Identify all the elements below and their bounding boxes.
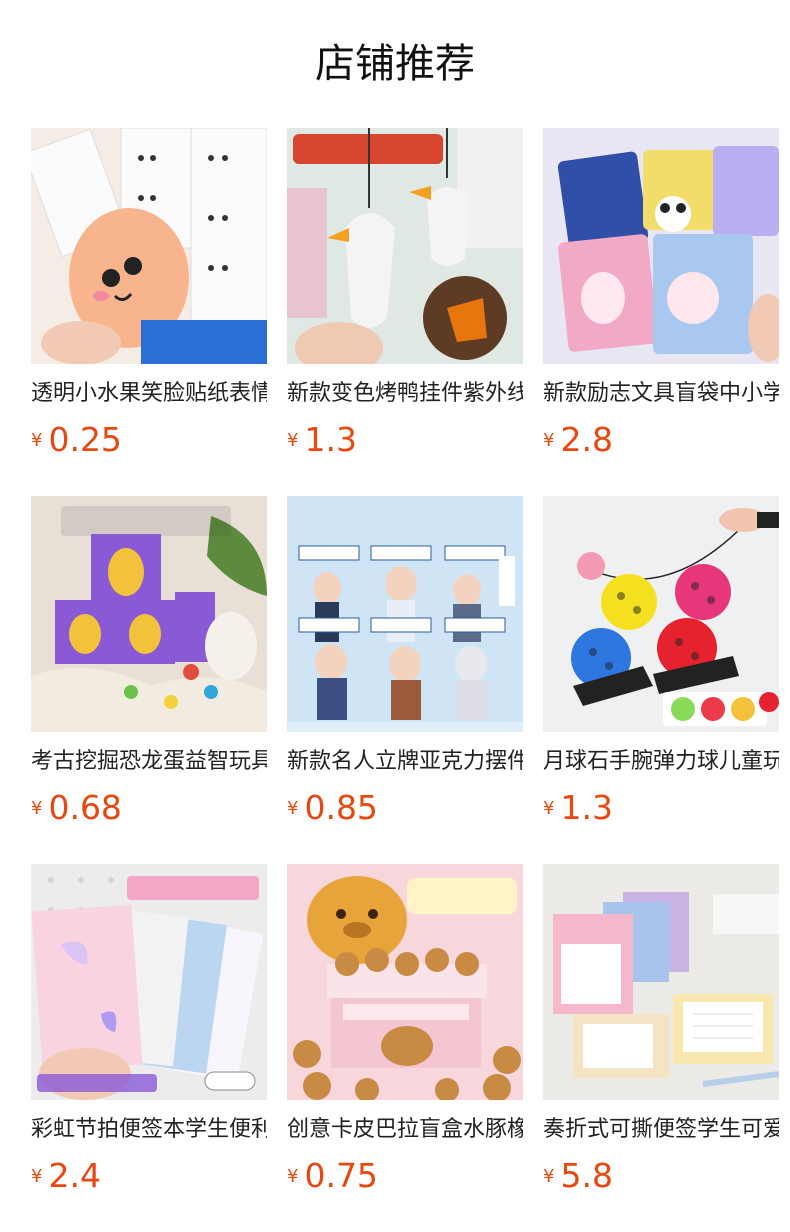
currency-symbol: ¥ bbox=[31, 429, 43, 451]
product-name[interactable]: 新款名人立牌亚克力摆件 bbox=[287, 746, 523, 778]
product-price: ¥2.4 bbox=[31, 1156, 101, 1196]
price-value: 0.68 bbox=[48, 788, 122, 827]
currency-symbol: ¥ bbox=[31, 1165, 43, 1187]
price-value: 2.4 bbox=[48, 1156, 101, 1195]
product-name[interactable]: 新款励志文具盲袋中小学生 bbox=[543, 378, 779, 410]
product-image[interactable] bbox=[543, 864, 779, 1100]
product-image[interactable] bbox=[31, 128, 267, 364]
price-value: 5.8 bbox=[560, 1156, 613, 1195]
product-image[interactable] bbox=[31, 496, 267, 732]
price-value: 0.85 bbox=[304, 788, 378, 827]
currency-symbol: ¥ bbox=[287, 1165, 299, 1187]
price-value: 1.3 bbox=[304, 420, 357, 459]
product-image[interactable] bbox=[287, 864, 523, 1100]
product-name[interactable]: 透明小水果笑脸贴纸表情贴 bbox=[31, 378, 267, 410]
price-value: 0.75 bbox=[304, 1156, 378, 1195]
currency-symbol: ¥ bbox=[287, 797, 299, 819]
currency-symbol: ¥ bbox=[543, 1165, 555, 1187]
product-price: ¥0.25 bbox=[31, 420, 122, 460]
product-name[interactable]: 创意卡皮巴拉盲盒水豚橡皮擦 bbox=[287, 1114, 523, 1146]
price-value: 1.3 bbox=[560, 788, 613, 827]
product-price: ¥0.68 bbox=[31, 788, 122, 828]
product-name[interactable]: 月球石手腕弹力球儿童玩具 bbox=[543, 746, 779, 778]
currency-symbol: ¥ bbox=[543, 429, 555, 451]
section-title: 店铺推荐 bbox=[315, 41, 475, 87]
price-value: 0.25 bbox=[48, 420, 122, 459]
product-name[interactable]: 新款变色烤鸭挂件紫外线变色 bbox=[287, 378, 523, 410]
product-name[interactable]: 彩虹节拍便签本学生便利贴 bbox=[31, 1114, 267, 1146]
currency-symbol: ¥ bbox=[543, 797, 555, 819]
product-image[interactable] bbox=[31, 864, 267, 1100]
product-image[interactable] bbox=[543, 496, 779, 732]
product-price: ¥0.75 bbox=[287, 1156, 378, 1196]
product-image[interactable] bbox=[543, 128, 779, 364]
product-price: ¥1.3 bbox=[287, 420, 357, 460]
product-price: ¥5.8 bbox=[543, 1156, 613, 1196]
price-value: 2.8 bbox=[560, 420, 613, 459]
product-image[interactable] bbox=[287, 496, 523, 732]
currency-symbol: ¥ bbox=[31, 797, 43, 819]
currency-symbol: ¥ bbox=[287, 429, 299, 451]
product-image[interactable] bbox=[287, 128, 523, 364]
product-name[interactable]: 奏折式可撕便签学生可爱便利贴 bbox=[543, 1114, 779, 1146]
product-price: ¥2.8 bbox=[543, 420, 613, 460]
product-price: ¥0.85 bbox=[287, 788, 378, 828]
product-name[interactable]: 考古挖掘恐龙蛋益智玩具 bbox=[31, 746, 267, 778]
product-price: ¥1.3 bbox=[543, 788, 613, 828]
